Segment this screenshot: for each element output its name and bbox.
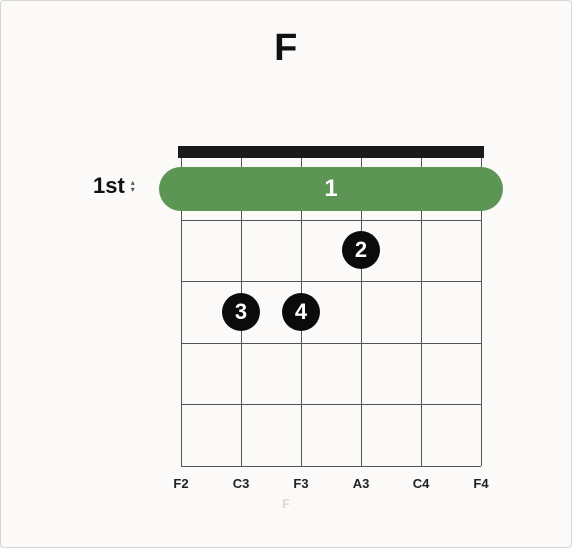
string-note-label: F4 (473, 476, 488, 491)
fret-line (181, 343, 481, 344)
fret-line (181, 466, 481, 467)
string-note-label: C3 (233, 476, 250, 491)
string-note-label: A3 (353, 476, 370, 491)
fret-line (181, 220, 481, 221)
string-note-label: F3 (293, 476, 308, 491)
start-fret-label: 1st (93, 173, 125, 199)
chord-diagram: 1234F2C3F3A3C4F4 (181, 146, 481, 466)
fret-line (181, 404, 481, 405)
finger-dot[interactable]: 4 (282, 293, 320, 331)
fret-line (181, 281, 481, 282)
stepper-icon: ▴▾ (131, 180, 135, 193)
string-note-label: F2 (173, 476, 188, 491)
start-fret-stepper[interactable]: 1st ▴▾ (93, 173, 135, 199)
chord-footer-label: F (1, 497, 571, 511)
chord-name: F (1, 27, 571, 70)
finger-dot[interactable]: 3 (222, 293, 260, 331)
finger-dot[interactable]: 2 (342, 231, 380, 269)
barre-finger[interactable]: 1 (159, 167, 503, 211)
nut (178, 146, 484, 158)
string-note-label: C4 (413, 476, 430, 491)
